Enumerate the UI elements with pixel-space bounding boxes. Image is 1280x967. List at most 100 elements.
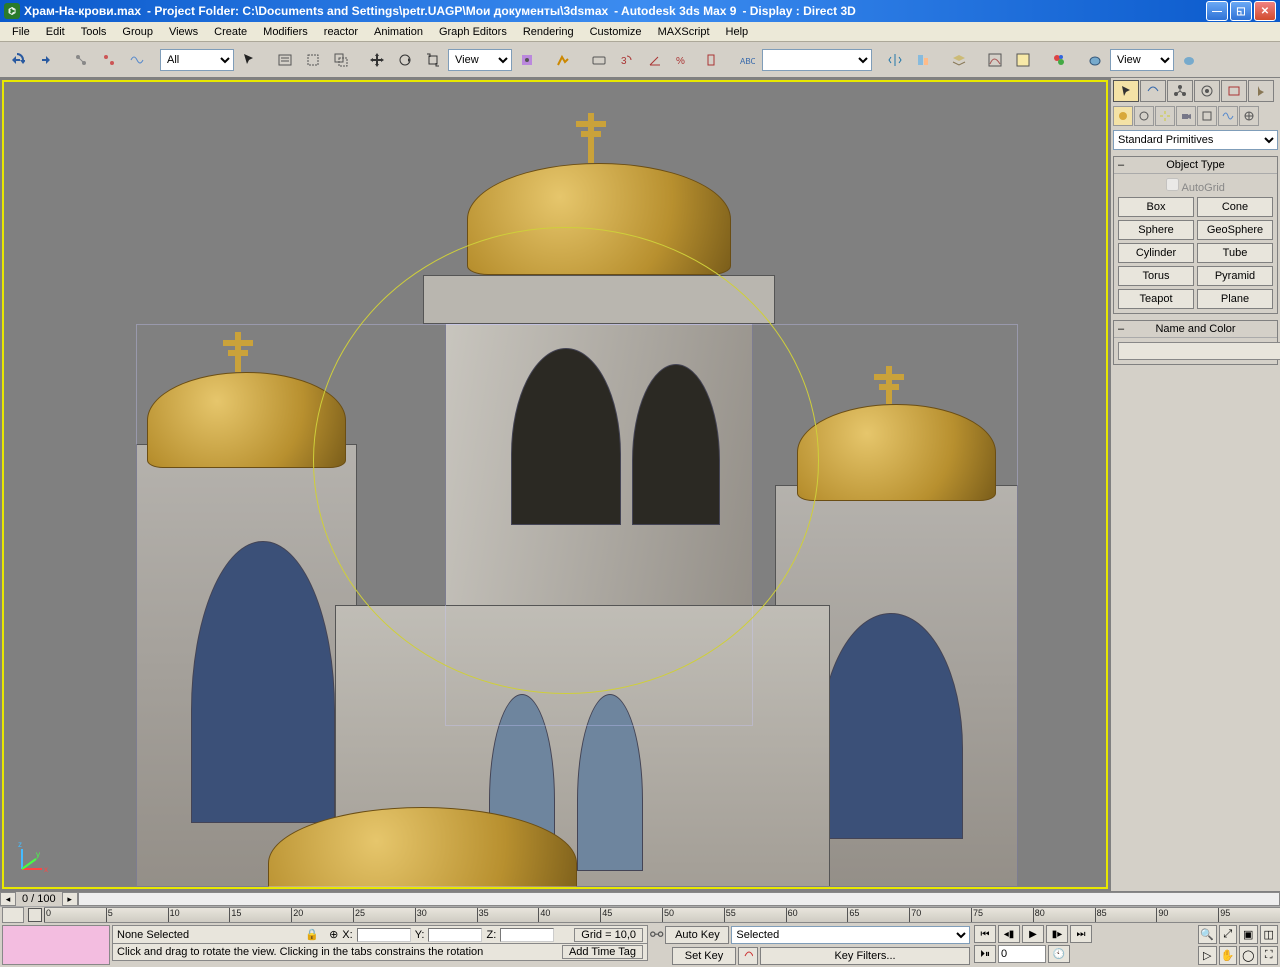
maxscript-mini-listener[interactable] xyxy=(2,925,110,965)
next-frame-button[interactable]: ▮▸ xyxy=(1046,925,1068,943)
window-minimize-button[interactable]: — xyxy=(1206,1,1228,21)
zoom-extents-button[interactable]: ▣ xyxy=(1239,925,1258,944)
setkey-key-icon[interactable] xyxy=(738,947,758,965)
render-scene-button[interactable] xyxy=(1082,47,1108,73)
unlink-button[interactable] xyxy=(96,47,122,73)
utilities-tab[interactable] xyxy=(1248,80,1274,102)
goto-end-button[interactable]: ⏭ xyxy=(1070,925,1092,943)
current-frame-input[interactable] xyxy=(998,945,1046,963)
y-input[interactable] xyxy=(428,928,482,942)
bind-spacewarp-button[interactable] xyxy=(124,47,150,73)
percent-snap-button[interactable]: % xyxy=(670,47,696,73)
cone-button[interactable]: Cone xyxy=(1197,197,1273,217)
menu-reactor[interactable]: reactor xyxy=(316,24,366,40)
select-button[interactable] xyxy=(236,47,262,73)
link-button[interactable] xyxy=(68,47,94,73)
menu-help[interactable]: Help xyxy=(718,24,757,40)
cylinder-button[interactable]: Cylinder xyxy=(1118,243,1194,263)
systems-subtab[interactable] xyxy=(1239,106,1259,126)
menu-group[interactable]: Group xyxy=(114,24,161,40)
menu-tools[interactable]: Tools xyxy=(73,24,115,40)
object-type-header[interactable]: –Object Type xyxy=(1114,157,1277,174)
ref-coord-dropdown[interactable]: View xyxy=(448,49,512,71)
keymode-dropdown[interactable]: Selected xyxy=(731,926,970,944)
menu-create[interactable]: Create xyxy=(206,24,255,40)
goto-start-button[interactable]: ⏮ xyxy=(974,925,996,943)
play-button[interactable]: ▶ xyxy=(1022,925,1044,943)
trackbar-toggle-button[interactable] xyxy=(2,907,24,923)
menu-animation[interactable]: Animation xyxy=(366,24,431,40)
helpers-subtab[interactable] xyxy=(1197,106,1217,126)
arc-rotate-gizmo[interactable] xyxy=(313,227,820,694)
transform-type-icon[interactable]: ⊕ xyxy=(329,928,338,941)
torus-button[interactable]: Torus xyxy=(1118,266,1194,286)
lock-icon[interactable]: 🔒 xyxy=(299,928,325,941)
pivot-center-button[interactable] xyxy=(514,47,540,73)
autogrid-checkbox[interactable]: AutoGrid xyxy=(1166,178,1225,194)
manipulate-button[interactable] xyxy=(550,47,576,73)
time-config-button[interactable]: 🕙 xyxy=(1048,945,1070,963)
menu-grapheditors[interactable]: Graph Editors xyxy=(431,24,515,40)
menu-customize[interactable]: Customize xyxy=(582,24,650,40)
zoom-button[interactable]: 🔍 xyxy=(1198,925,1217,944)
zoom-all-button[interactable]: ⤢ xyxy=(1219,925,1238,944)
time-slider[interactable] xyxy=(28,908,42,922)
keyboard-shortcut-override-button[interactable] xyxy=(586,47,612,73)
undo-button[interactable] xyxy=(4,47,30,73)
render-preset-dropdown[interactable]: View xyxy=(1110,49,1174,71)
fov-button[interactable]: ▷ xyxy=(1198,946,1217,965)
rotate-button[interactable] xyxy=(392,47,418,73)
selection-filter-dropdown[interactable]: All xyxy=(160,49,234,71)
material-editor-button[interactable] xyxy=(1046,47,1072,73)
hscroll-left-button[interactable]: ◂ xyxy=(0,892,16,906)
named-selections-button[interactable]: ABC xyxy=(734,47,760,73)
mirror-button[interactable] xyxy=(882,47,908,73)
hscroll-track[interactable] xyxy=(78,892,1280,906)
spacewarps-subtab[interactable] xyxy=(1218,106,1238,126)
add-time-tag-button[interactable]: Add Time Tag xyxy=(562,945,643,959)
box-button[interactable]: Box xyxy=(1118,197,1194,217)
zoom-extents-all-button[interactable]: ◫ xyxy=(1260,925,1279,944)
perspective-viewport[interactable]: Perspective xyxy=(2,80,1108,889)
create-tab[interactable] xyxy=(1113,80,1139,102)
select-by-name-button[interactable] xyxy=(272,47,298,73)
x-input[interactable] xyxy=(357,928,411,942)
geometry-category-dropdown[interactable]: Standard Primitives xyxy=(1113,130,1278,150)
z-input[interactable] xyxy=(500,928,554,942)
display-tab[interactable] xyxy=(1221,80,1247,102)
name-color-header[interactable]: –Name and Color xyxy=(1114,321,1277,338)
key-mode-toggle-button[interactable]: ⏵⏸ xyxy=(974,945,996,963)
select-region-button[interactable] xyxy=(300,47,326,73)
redo-button[interactable] xyxy=(32,47,58,73)
menu-views[interactable]: Views xyxy=(161,24,206,40)
tube-button[interactable]: Tube xyxy=(1197,243,1273,263)
cameras-subtab[interactable] xyxy=(1176,106,1196,126)
window-maximize-button[interactable]: ◱ xyxy=(1230,1,1252,21)
teapot-button[interactable]: Teapot xyxy=(1118,289,1194,309)
hierarchy-tab[interactable] xyxy=(1167,80,1193,102)
lights-subtab[interactable] xyxy=(1155,106,1175,126)
spinner-snap-button[interactable] xyxy=(698,47,724,73)
curve-editor-button[interactable] xyxy=(982,47,1008,73)
plane-button[interactable]: Plane xyxy=(1197,289,1273,309)
maximize-viewport-button[interactable]: ⛶ xyxy=(1260,946,1279,965)
keyfilters-button[interactable]: Key Filters... xyxy=(760,947,970,965)
arc-rotate-button[interactable]: ◯ xyxy=(1239,946,1258,965)
menu-modifiers[interactable]: Modifiers xyxy=(255,24,316,40)
named-selection-dropdown[interactable] xyxy=(762,49,872,71)
snap-toggle-button[interactable]: 3 xyxy=(614,47,640,73)
layer-manager-button[interactable] xyxy=(946,47,972,73)
geometry-subtab[interactable] xyxy=(1113,106,1133,126)
align-button[interactable] xyxy=(910,47,936,73)
scale-button[interactable] xyxy=(420,47,446,73)
setkey-button[interactable]: Set Key xyxy=(672,947,736,965)
shapes-subtab[interactable] xyxy=(1134,106,1154,126)
menu-rendering[interactable]: Rendering xyxy=(515,24,582,40)
window-crossing-button[interactable] xyxy=(328,47,354,73)
time-ruler[interactable]: 0510152025303540455055606570758085909510… xyxy=(44,907,1280,923)
menu-file[interactable]: File xyxy=(4,24,38,40)
move-button[interactable] xyxy=(364,47,390,73)
autokey-button[interactable]: Auto Key xyxy=(665,926,729,944)
quick-render-button[interactable] xyxy=(1176,47,1202,73)
menu-edit[interactable]: Edit xyxy=(38,24,73,40)
